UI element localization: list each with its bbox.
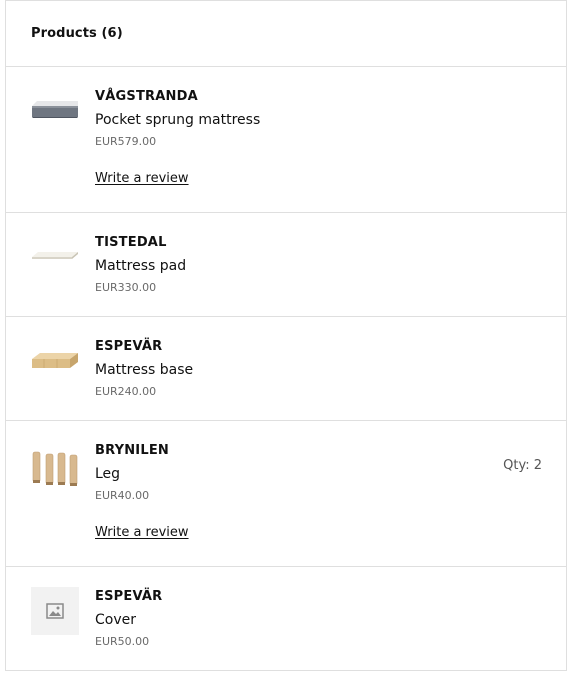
- product-price: EUR330.00: [95, 281, 157, 294]
- product-row: BRYNILEN Leg EUR40.00 Write a review Qty…: [6, 421, 566, 567]
- write-review-link[interactable]: Write a review: [95, 525, 189, 541]
- product-price: EUR50.00: [95, 635, 150, 648]
- product-description: Cover: [95, 612, 136, 628]
- product-row: TISTEDAL Mattress pad EUR330.00: [6, 213, 566, 317]
- product-description: Mattress pad: [95, 258, 187, 274]
- quantity-label: Qty: 2: [503, 458, 542, 473]
- product-row: ESPEVÄR Cover EUR50.00: [6, 567, 566, 671]
- product-name[interactable]: ESPEVÄR: [95, 339, 542, 355]
- product-image[interactable]: [31, 587, 79, 635]
- product-name[interactable]: BRYNILEN: [95, 443, 542, 459]
- product-row: ESPEVÄR Mattress base EUR240.00: [6, 317, 566, 421]
- write-review-link[interactable]: Write a review: [95, 171, 189, 187]
- product-price: EUR579.00: [95, 135, 157, 148]
- product-description: Mattress base: [95, 362, 194, 378]
- mattress-base-image[interactable]: [31, 337, 79, 385]
- product-name[interactable]: ESPEVÄR: [95, 589, 542, 605]
- legs-image[interactable]: [31, 445, 79, 493]
- product-description: Leg: [95, 466, 121, 482]
- product-price: EUR240.00: [95, 385, 157, 398]
- product-row: VÅGSTRANDA Pocket sprung mattress EUR579…: [6, 67, 566, 213]
- product-description: Pocket sprung mattress: [95, 112, 261, 128]
- products-header: Products (6): [6, 1, 566, 67]
- mattress-pad-image[interactable]: [31, 233, 79, 281]
- product-price: EUR40.00: [95, 489, 150, 502]
- mattress-image[interactable]: [31, 87, 79, 135]
- product-name[interactable]: VÅGSTRANDA: [95, 89, 542, 105]
- products-panel: Products (6) VÅGSTRANDA Pocket sprung ma…: [5, 0, 567, 671]
- product-name[interactable]: TISTEDAL: [95, 235, 542, 251]
- products-heading: Products (6): [31, 26, 123, 41]
- image-placeholder-icon: [31, 587, 79, 635]
